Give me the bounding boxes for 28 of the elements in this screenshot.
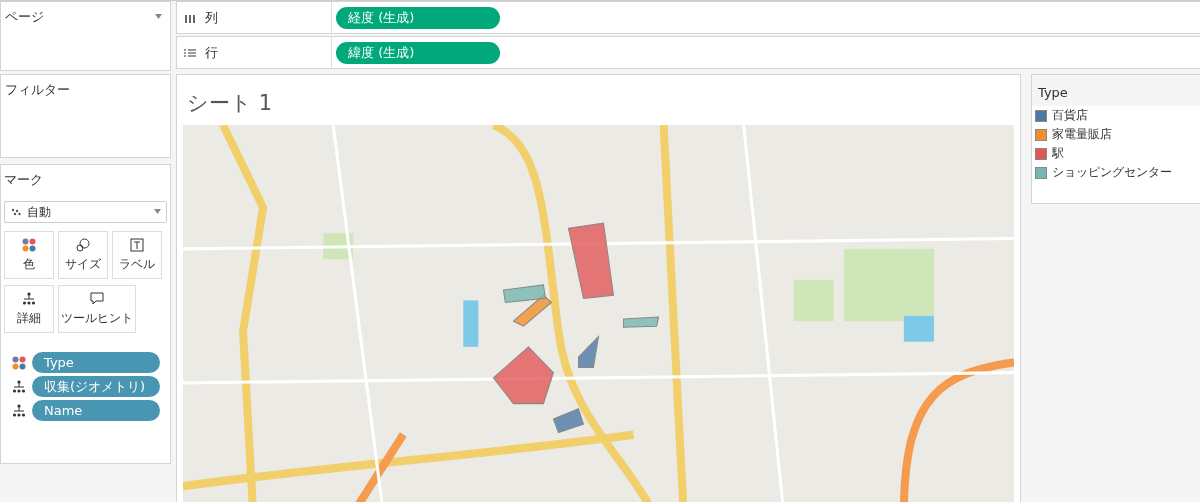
legend-title: Type: [1032, 75, 1200, 106]
pages-title: ページ: [4, 8, 45, 26]
speech-bubble-icon: [90, 291, 104, 306]
mark-card-button[interactable]: ツールヒント: [58, 285, 136, 333]
mark-card-button[interactable]: 色: [4, 231, 54, 279]
dropdown-caret-icon[interactable]: [155, 14, 162, 19]
dropdown-caret-icon[interactable]: [154, 209, 161, 214]
shelf-label: 列: [205, 8, 218, 27]
mark-card-button[interactable]: 詳細: [4, 285, 54, 333]
sheet-title: シート 1: [186, 90, 274, 117]
map-mark-icon: [11, 208, 21, 216]
marks-title: マーク: [4, 171, 43, 189]
color-dots-icon: [22, 237, 36, 252]
legend-label: 駅: [1052, 145, 1064, 162]
hierarchy-icon: [22, 291, 36, 306]
legend-label: 百貨店: [1052, 107, 1088, 124]
hierarchy-icon: [12, 379, 26, 394]
hierarchy-icon: [12, 403, 26, 418]
size-circles-icon: [76, 237, 90, 252]
legend-label: ショッピングセンター: [1052, 164, 1172, 181]
color-dots-icon: [12, 355, 26, 370]
filters-title: フィルター: [4, 81, 71, 99]
mark-card-button[interactable]: サイズ: [58, 231, 108, 279]
text-label-icon: [130, 237, 144, 252]
legend-label: 家電量販店: [1052, 126, 1112, 143]
mark-card-button[interactable]: ラベル: [112, 231, 162, 279]
shelf-label: 行: [205, 43, 218, 62]
mark-type-dropdown[interactable]: 自動: [4, 201, 167, 223]
